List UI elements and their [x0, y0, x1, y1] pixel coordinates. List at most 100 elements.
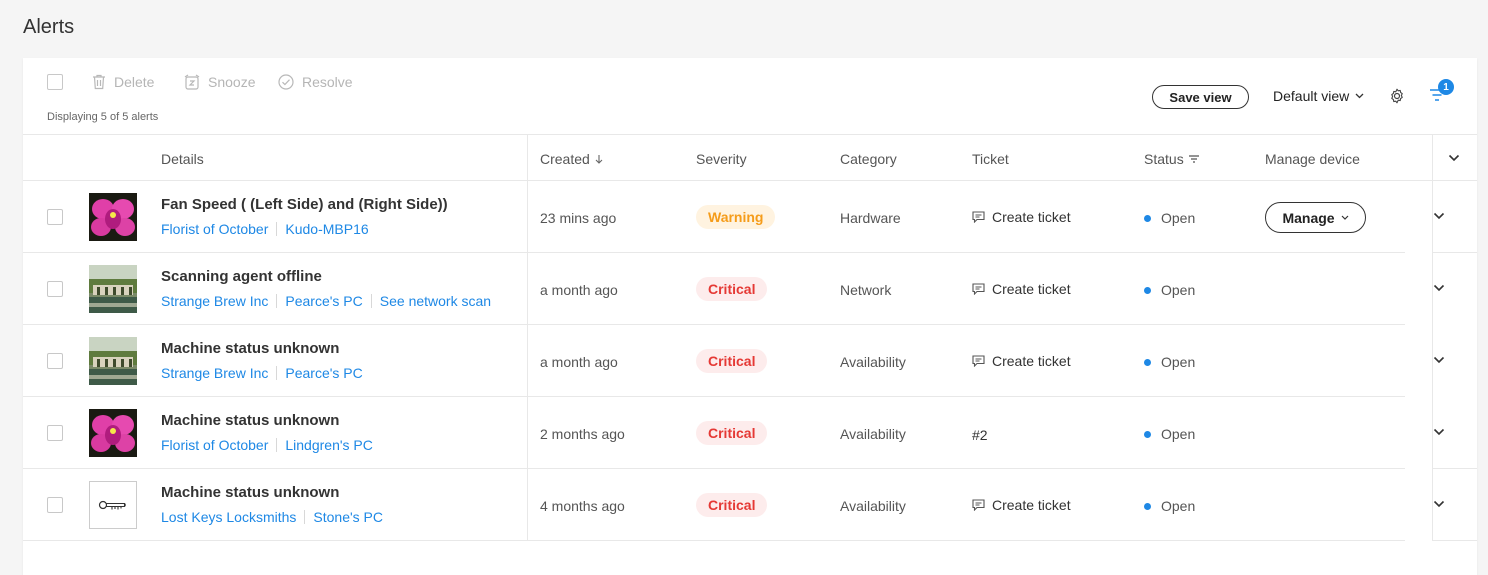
table-row[interactable]: Fan Speed ( (Left Side) and (Right Side)… — [23, 181, 1405, 253]
alert-links: Lost Keys Locksmiths Stone's PC — [161, 509, 383, 525]
ticket-link[interactable]: #2 — [972, 427, 988, 443]
status-dot — [1144, 430, 1151, 438]
row-checkbox[interactable] — [47, 281, 63, 297]
comment-icon — [972, 355, 985, 367]
status-dot — [1144, 286, 1151, 294]
severity-badge: Critical — [696, 277, 768, 301]
device-link[interactable]: Pearce's PC — [285, 365, 362, 381]
severity-badge: Critical — [696, 349, 768, 373]
create-ticket-button[interactable]: Create ticket — [972, 281, 1071, 297]
column-divider — [1432, 135, 1433, 541]
alert-title[interactable]: Machine status unknown — [161, 340, 339, 357]
create-ticket-button[interactable]: Create ticket — [972, 209, 1071, 225]
expand-row-icon[interactable] — [1433, 212, 1445, 220]
row-checkbox[interactable] — [47, 209, 63, 225]
resolve-label: Resolve — [302, 74, 353, 90]
table-row[interactable]: Machine status unknown Florist of Octobe… — [23, 397, 1405, 469]
column-header-status[interactable]: Status — [1144, 151, 1199, 167]
column-header-created[interactable]: Created — [540, 151, 603, 167]
comment-icon — [972, 211, 985, 223]
trash-icon — [93, 74, 105, 90]
column-header-severity[interactable]: Severity — [696, 151, 747, 167]
create-ticket-button[interactable]: Create ticket — [972, 497, 1071, 513]
severity-badge: Critical — [696, 421, 768, 445]
expand-row-icon[interactable] — [1433, 284, 1445, 292]
row-divider — [1432, 540, 1477, 541]
device-link[interactable]: Pearce's PC — [285, 293, 362, 309]
expand-row-icon[interactable] — [1433, 500, 1445, 508]
status-open: Open — [1144, 426, 1195, 442]
network-scan-link[interactable]: See network scan — [380, 293, 491, 309]
alert-title[interactable]: Scanning agent offline — [161, 268, 322, 285]
category-text: Availability — [840, 426, 906, 442]
garden-thumbnail — [89, 265, 137, 313]
customer-link[interactable]: Lost Keys Locksmiths — [161, 509, 296, 525]
device-link[interactable]: Kudo-MBP16 — [285, 221, 368, 237]
delete-label: Delete — [114, 74, 155, 90]
snooze-button[interactable]: Snooze — [184, 74, 255, 90]
delete-button[interactable]: Delete — [92, 74, 154, 90]
status-open: Open — [1144, 498, 1195, 514]
check-circle-icon — [278, 74, 294, 90]
created-time: 4 months ago — [540, 498, 625, 514]
status-dot — [1144, 214, 1151, 222]
customer-link[interactable]: Strange Brew Inc — [161, 365, 268, 381]
column-header-manage-device: Manage device — [1265, 151, 1360, 167]
chevron-down-icon — [1341, 215, 1348, 220]
manage-button[interactable]: Manage — [1265, 202, 1366, 233]
alert-title[interactable]: Machine status unknown — [161, 484, 339, 501]
severity-badge: Warning — [696, 205, 776, 229]
status-dot — [1144, 502, 1151, 510]
key-icon — [98, 500, 126, 510]
category-text: Availability — [840, 498, 906, 514]
page-title: Alerts — [23, 16, 75, 38]
column-header-ticket[interactable]: Ticket — [972, 151, 1009, 167]
customer-link[interactable]: Florist of October — [161, 221, 268, 237]
category-text: Network — [840, 282, 892, 298]
alerts-card: Delete Snooze Resolve Displaying 5 of 5 … — [23, 58, 1477, 575]
displaying-count: Displaying 5 of 5 alerts — [47, 111, 159, 123]
gear-icon[interactable] — [1389, 88, 1405, 104]
created-time: 23 mins ago — [540, 210, 617, 226]
row-divider — [1432, 468, 1477, 469]
snooze-clock-icon — [184, 74, 200, 90]
created-time: a month ago — [540, 282, 618, 298]
resolve-button[interactable]: Resolve — [278, 74, 353, 90]
column-header-category[interactable]: Category — [840, 151, 897, 167]
table-row[interactable]: Scanning agent offline Strange Brew Inc … — [23, 253, 1405, 325]
filter-count-badge: 1 — [1438, 79, 1454, 95]
key-thumbnail — [89, 481, 137, 529]
expand-row-icon[interactable] — [1433, 356, 1445, 364]
alert-links: Florist of October Lindgren's PC — [161, 437, 373, 453]
table-row[interactable]: Machine status unknown Lost Keys Locksmi… — [23, 469, 1405, 541]
row-checkbox[interactable] — [47, 497, 63, 513]
row-checkbox[interactable] — [47, 425, 63, 441]
garden-thumbnail — [89, 337, 137, 385]
status-open: Open — [1144, 354, 1195, 370]
device-link[interactable]: Lindgren's PC — [285, 437, 373, 453]
save-view-button[interactable]: Save view — [1152, 85, 1249, 109]
severity-badge: Critical — [696, 493, 768, 517]
column-header-details: Details — [161, 151, 204, 167]
alert-title[interactable]: Fan Speed ( (Left Side) and (Right Side)… — [161, 196, 448, 213]
alert-links: Strange Brew Inc Pearce's PC — [161, 365, 363, 381]
created-time: a month ago — [540, 354, 618, 370]
create-ticket-button[interactable]: Create ticket — [972, 353, 1071, 369]
category-text: Hardware — [840, 210, 901, 226]
table-row[interactable]: Machine status unknown Strange Brew Inc … — [23, 325, 1405, 397]
customer-link[interactable]: Florist of October — [161, 437, 268, 453]
table-header: Details Created Severity Category Ticket… — [23, 135, 1477, 181]
orchid-thumbnail — [89, 193, 137, 241]
customer-link[interactable]: Strange Brew Inc — [161, 293, 268, 309]
expand-row-icon[interactable] — [1433, 428, 1445, 436]
device-link[interactable]: Stone's PC — [313, 509, 383, 525]
row-checkbox[interactable] — [47, 353, 63, 369]
default-view-dropdown[interactable]: Default view — [1273, 88, 1364, 104]
created-time: 2 months ago — [540, 426, 625, 442]
orchid-thumbnail — [89, 409, 137, 457]
select-all-checkbox[interactable] — [47, 74, 63, 90]
default-view-label: Default view — [1273, 88, 1350, 104]
chevron-down-icon[interactable] — [1448, 154, 1460, 162]
filter-lines-icon — [1188, 155, 1199, 163]
alert-title[interactable]: Machine status unknown — [161, 412, 339, 429]
